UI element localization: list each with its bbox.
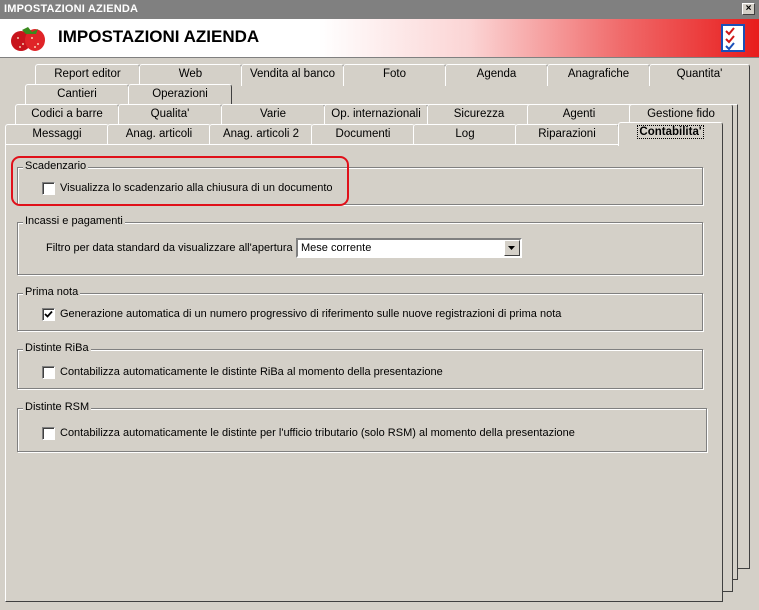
group-distinte-rsm: Distinte RSM Contabilizza automaticament… (17, 401, 707, 452)
tab-anag-articoli-2[interactable]: Anag. articoli 2 (209, 124, 313, 146)
group-incassi-e-pagamenti: Incassi e pagamenti Filtro per data stan… (17, 215, 703, 275)
group-title-prima-nota: Prima nota (23, 286, 81, 298)
window-titlebar: IMPOSTAZIONI AZIENDA × (0, 0, 759, 19)
tab-quantita[interactable]: Quantita' (649, 64, 750, 86)
tab-foto[interactable]: Foto (343, 64, 446, 86)
tab-cantieri[interactable]: Cantieri (25, 84, 129, 106)
checkbox-label-visualizza-scadenzario[interactable]: Visualizza lo scadenzario alla chiusura … (60, 182, 333, 194)
group-prima-nota: Prima nota Generazione automatica di un … (17, 286, 703, 331)
filter-date-select[interactable]: Mese corrente (296, 238, 522, 258)
checkbox-visualizza-scadenzario[interactable] (42, 182, 55, 195)
close-icon: × (745, 3, 752, 14)
checklist-icon[interactable] (721, 24, 745, 52)
tab-documenti[interactable]: Documenti (311, 124, 415, 146)
group-title-incassi: Incassi e pagamenti (23, 215, 125, 227)
close-button[interactable]: × (742, 3, 755, 15)
tab-vendita-al-banco[interactable]: Vendita al banco (241, 64, 344, 86)
tab-op-internazionali[interactable]: Op. internazionali (324, 104, 428, 126)
group-scadenzario: Scadenzario Visualizza lo scadenzario al… (17, 160, 703, 205)
tab-messaggi[interactable]: Messaggi (5, 124, 109, 146)
checkbox-label-contabilizza-rsm[interactable]: Contabilizza automaticamente le distinte… (60, 427, 575, 439)
tab-anag-articoli[interactable]: Anag. articoli (107, 124, 211, 146)
tab-sicurezza[interactable]: Sicurezza (427, 104, 531, 126)
checkbox-label-contabilizza-riba[interactable]: Contabilizza automaticamente le distinte… (60, 366, 443, 378)
tab-log[interactable]: Log (413, 124, 517, 146)
checkbox-contabilizza-riba[interactable] (42, 366, 55, 379)
banner-heading: IMPOSTAZIONI AZIENDA (58, 27, 260, 46)
header-banner: IMPOSTAZIONI AZIENDA (0, 19, 759, 58)
tab-qualita[interactable]: Qualita' (118, 104, 222, 126)
filter-date-value: Mese corrente (301, 242, 372, 254)
strawberry-icon (11, 27, 45, 51)
tab-operazioni[interactable]: Operazioni (128, 84, 232, 106)
group-title-rsm: Distinte RSM (23, 401, 92, 413)
tab-web[interactable]: Web (139, 64, 242, 86)
tab-codici-a-barre[interactable]: Codici a barre (15, 104, 119, 126)
tab-anagrafiche[interactable]: Anagrafiche (547, 64, 650, 86)
group-title-scadenzario: Scadenzario (23, 160, 89, 172)
checkbox-generazione-automatica[interactable] (42, 308, 55, 321)
tab-contabilita-label: Contabilita' (637, 125, 704, 139)
checkbox-label-generazione-automatica[interactable]: Generazione automatica di un numero prog… (60, 308, 561, 320)
tab-contabilita[interactable]: Contabilita' (618, 122, 723, 146)
tab-agenti[interactable]: Agenti (527, 104, 631, 126)
tab-riparazioni[interactable]: Riparazioni (515, 124, 619, 146)
checkmark-icon (44, 310, 53, 318)
tab-varie[interactable]: Varie (221, 104, 325, 126)
window-title: IMPOSTAZIONI AZIENDA (4, 3, 139, 15)
tab-page-contabilita: Scadenzario Visualizza lo scadenzario al… (5, 144, 723, 602)
chevron-down-icon[interactable] (504, 240, 520, 256)
group-title-riba: Distinte RiBa (23, 342, 91, 354)
checkbox-contabilizza-rsm[interactable] (42, 427, 55, 440)
tab-report-editor[interactable]: Report editor (35, 64, 140, 86)
tab-agenda[interactable]: Agenda (445, 64, 548, 86)
filter-label: Filtro per data standard da visualizzare… (46, 242, 299, 254)
group-distinte-riba: Distinte RiBa Contabilizza automaticamen… (17, 342, 703, 389)
